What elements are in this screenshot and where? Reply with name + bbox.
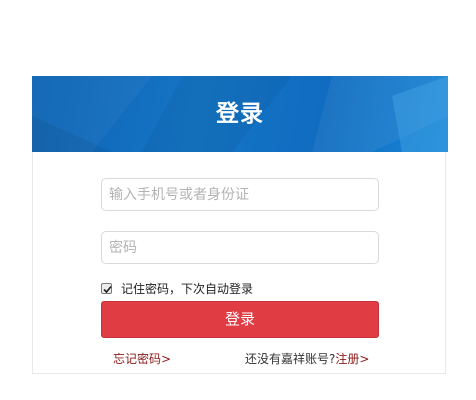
phone-id-field[interactable] xyxy=(101,178,379,211)
phone-id-input[interactable] xyxy=(102,179,378,210)
register-prompt: 还没有嘉祥账号? xyxy=(245,352,336,366)
password-input[interactable] xyxy=(102,232,378,263)
login-header: 登录 xyxy=(32,76,448,152)
register-row: 还没有嘉祥账号?注册> xyxy=(245,350,369,367)
password-field[interactable] xyxy=(101,231,379,264)
login-card: 登录 记住密码，下次自动登录 登录 忘记密码> 还没有嘉祥账号?注册> xyxy=(32,76,448,374)
register-link[interactable]: 注册> xyxy=(335,352,369,366)
remember-checkbox[interactable] xyxy=(101,282,112,294)
checkmark-icon xyxy=(103,285,112,293)
forgot-password-link[interactable]: 忘记密码> xyxy=(113,350,171,367)
login-title: 登录 xyxy=(216,101,264,127)
remember-label: 记住密码，下次自动登录 xyxy=(121,281,254,296)
login-button[interactable]: 登录 xyxy=(101,301,379,338)
remember-row: 记住密码，下次自动登录 xyxy=(101,280,253,296)
